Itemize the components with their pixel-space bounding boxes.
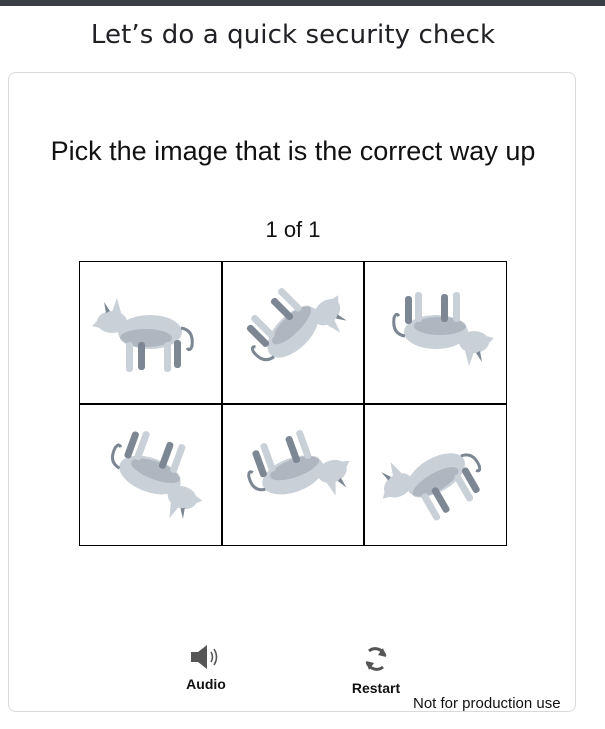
page-title: Let’s do a quick security check xyxy=(90,20,496,50)
animal-image xyxy=(247,429,350,496)
audio-button[interactable]: Audio xyxy=(176,642,236,692)
animal-image xyxy=(246,288,347,362)
environment-note: Not for production use xyxy=(413,695,561,712)
animal-image xyxy=(380,453,481,521)
image-grid xyxy=(79,261,507,546)
speaker-icon xyxy=(191,645,218,669)
top-bar xyxy=(0,0,605,6)
challenge-progress: 1 of 1 xyxy=(265,217,321,242)
restart-label: Restart xyxy=(351,680,401,696)
image-tile-3[interactable] xyxy=(365,262,506,403)
animal-image xyxy=(391,292,494,367)
image-tile-1[interactable] xyxy=(80,262,221,403)
animal-image xyxy=(92,298,195,373)
refresh-icon xyxy=(365,647,387,671)
image-tile-5[interactable] xyxy=(222,404,364,545)
challenge-prompt: Pick the image that is the correct way u… xyxy=(50,136,536,166)
image-tile-2[interactable] xyxy=(222,262,364,403)
image-tile-6[interactable] xyxy=(365,404,506,545)
restart-button[interactable]: Restart xyxy=(346,642,406,696)
image-tile-4[interactable] xyxy=(80,404,221,545)
audio-label: Audio xyxy=(186,676,226,692)
animal-image xyxy=(111,430,203,519)
